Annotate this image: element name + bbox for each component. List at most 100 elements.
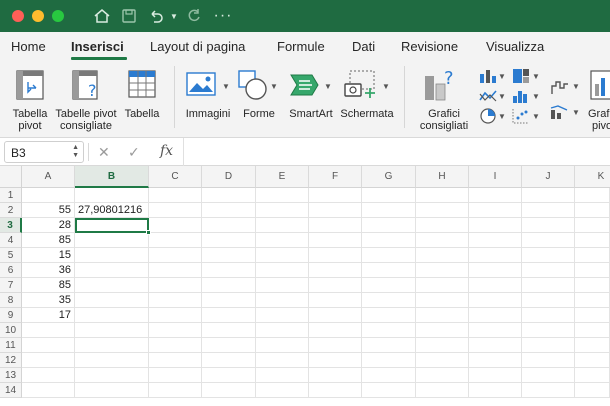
cell-e6[interactable] [256,263,309,278]
cell-k7[interactable] [575,278,610,293]
cell-h2[interactable] [416,203,469,218]
row-header-1[interactable]: 1 [0,188,22,203]
cell-i10[interactable] [469,323,522,338]
waterfall-chart-icon[interactable] [550,78,570,96]
row-header-11[interactable]: 11 [0,338,22,353]
cell-h4[interactable] [416,233,469,248]
fx-icon[interactable]: fx [160,143,173,159]
column-chart-icon[interactable] [479,68,497,84]
cell-g11[interactable] [362,338,416,353]
cell-h6[interactable] [416,263,469,278]
cell-i1[interactable] [469,188,522,203]
row-header-8[interactable]: 8 [0,293,22,308]
scatter-chart-chevron-icon[interactable]: ▼ [532,112,540,121]
smartart-button[interactable]: ▼ SmartArt [286,66,336,132]
statistic-chart-icon[interactable] [512,88,530,104]
cell-b13[interactable] [75,368,149,383]
cell-c12[interactable] [149,353,202,368]
column-header-d[interactable]: D [202,166,256,188]
cell-e3[interactable] [256,218,309,233]
cell-j3[interactable] [522,218,575,233]
cell-c8[interactable] [149,293,202,308]
column-chart-chevron-icon[interactable]: ▼ [498,72,506,81]
cell-j7[interactable] [522,278,575,293]
cell-k10[interactable] [575,323,610,338]
cell-j4[interactable] [522,233,575,248]
row-header-14[interactable]: 14 [0,383,22,398]
row-header-5[interactable]: 5 [0,248,22,263]
waterfall-chart-chevron-icon[interactable]: ▼ [572,82,580,91]
cell-f12[interactable] [309,353,362,368]
cell-k3[interactable] [575,218,610,233]
tab-inserisci[interactable]: Inserisci [71,39,124,54]
grafici-consigliati-button[interactable]: ? Grafici consigliati [414,66,474,132]
cell-i14[interactable] [469,383,522,398]
cell-c2[interactable] [149,203,202,218]
cell-b10[interactable] [75,323,149,338]
cell-c11[interactable] [149,338,202,353]
cell-k6[interactable] [575,263,610,278]
cell-i12[interactable] [469,353,522,368]
cell-b9[interactable] [75,308,149,323]
cell-a3[interactable]: 28 [22,218,75,233]
cell-f8[interactable] [309,293,362,308]
cell-d6[interactable] [202,263,256,278]
cell-h5[interactable] [416,248,469,263]
cell-a6[interactable]: 36 [22,263,75,278]
cell-f5[interactable] [309,248,362,263]
row-header-7[interactable]: 7 [0,278,22,293]
cell-f7[interactable] [309,278,362,293]
close-window-button[interactable] [12,10,24,22]
cell-a13[interactable] [22,368,75,383]
cell-k8[interactable] [575,293,610,308]
cell-h14[interactable] [416,383,469,398]
cell-a5[interactable]: 15 [22,248,75,263]
formula-input[interactable] [190,138,604,166]
cell-i2[interactable] [469,203,522,218]
cell-h9[interactable] [416,308,469,323]
cell-c9[interactable] [149,308,202,323]
cancel-icon[interactable]: ✕ [98,144,110,161]
tab-dati[interactable]: Dati [352,39,375,54]
cell-k14[interactable] [575,383,610,398]
forme-button[interactable]: ▼ Forme [238,66,280,132]
column-header-j[interactable]: J [522,166,575,188]
tab-revisione[interactable]: Revisione [401,39,458,54]
cell-k2[interactable] [575,203,610,218]
row-header-4[interactable]: 4 [0,233,22,248]
cell-j9[interactable] [522,308,575,323]
pie-chart-chevron-icon[interactable]: ▼ [498,112,506,121]
cell-j6[interactable] [522,263,575,278]
cell-a12[interactable] [22,353,75,368]
cell-k12[interactable] [575,353,610,368]
cell-g6[interactable] [362,263,416,278]
cell-a11[interactable] [22,338,75,353]
cell-a14[interactable] [22,383,75,398]
name-box-stepper-icon[interactable]: ▲ ▼ [72,144,79,160]
cell-c7[interactable] [149,278,202,293]
cell-j2[interactable] [522,203,575,218]
cell-j13[interactable] [522,368,575,383]
cell-k11[interactable] [575,338,610,353]
row-header-9[interactable]: 9 [0,308,22,323]
row-header-10[interactable]: 10 [0,323,22,338]
cell-i8[interactable] [469,293,522,308]
cell-h13[interactable] [416,368,469,383]
cell-d2[interactable] [202,203,256,218]
column-header-a[interactable]: A [22,166,75,188]
column-header-c[interactable]: C [149,166,202,188]
undo-icon[interactable] [146,5,166,27]
column-header-b[interactable]: B [75,166,149,188]
cell-j1[interactable] [522,188,575,203]
cell-d13[interactable] [202,368,256,383]
cell-g8[interactable] [362,293,416,308]
cell-f14[interactable] [309,383,362,398]
cell-h8[interactable] [416,293,469,308]
cell-i5[interactable] [469,248,522,263]
cell-e14[interactable] [256,383,309,398]
cell-e9[interactable] [256,308,309,323]
column-header-g[interactable]: G [362,166,416,188]
cell-k5[interactable] [575,248,610,263]
tabella-button[interactable]: Tabella [122,66,162,132]
fill-handle[interactable] [146,230,151,235]
